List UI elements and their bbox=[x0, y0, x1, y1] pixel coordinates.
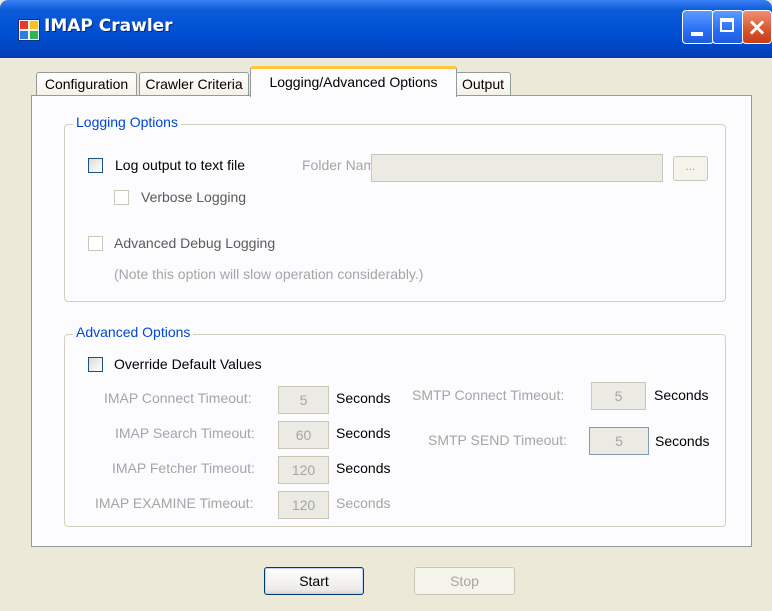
tab-output[interactable]: Output bbox=[455, 72, 511, 96]
minimize-button[interactable] bbox=[682, 10, 714, 44]
log-output-label[interactable]: Log output to text file bbox=[115, 157, 245, 173]
start-button[interactable]: Start bbox=[264, 567, 364, 595]
override-default-values-label[interactable]: Override Default Values bbox=[114, 356, 262, 372]
imap-search-timeout-input[interactable]: 60 bbox=[278, 421, 329, 449]
smtp-send-timeout-input[interactable]: 5 bbox=[589, 427, 649, 455]
advanced-debug-logging-label[interactable]: Advanced Debug Logging bbox=[114, 235, 275, 251]
browse-folder-button[interactable]: ... bbox=[673, 156, 708, 181]
imap-connect-timeout-input[interactable]: 5 bbox=[278, 386, 329, 414]
imap-crawler-window: IMAP Crawler × Configuration Crawler Cri… bbox=[0, 0, 772, 611]
folder-name-input[interactable] bbox=[371, 154, 663, 182]
smtp-send-timeout-label: SMTP SEND Timeout: bbox=[428, 432, 568, 448]
logging-options-legend: Logging Options bbox=[73, 114, 181, 130]
window-title: IMAP Crawler bbox=[44, 16, 173, 36]
smtp-send-seconds: Seconds bbox=[655, 433, 710, 449]
close-icon: × bbox=[747, 13, 768, 41]
imap-fetcher-timeout-label: IMAP Fetcher Timeout: bbox=[112, 460, 255, 476]
verbose-logging-checkbox[interactable] bbox=[114, 190, 129, 205]
imap-fetcher-timeout-input[interactable]: 120 bbox=[278, 456, 329, 484]
imap-search-timeout-label: IMAP Search Timeout: bbox=[115, 425, 255, 441]
tab-crawler-criteria[interactable]: Crawler Criteria bbox=[139, 72, 249, 96]
imap-fetcher-seconds: Seconds bbox=[336, 460, 391, 476]
verbose-logging-label[interactable]: Verbose Logging bbox=[141, 189, 246, 205]
smtp-connect-seconds: Seconds bbox=[654, 387, 709, 403]
smtp-connect-timeout-label: SMTP Connect Timeout: bbox=[412, 387, 565, 403]
override-default-values-checkbox[interactable] bbox=[88, 357, 103, 372]
tab-logging-advanced-options[interactable]: Logging/Advanced Options bbox=[250, 66, 457, 97]
imap-examine-seconds: Seconds bbox=[336, 495, 391, 511]
log-output-checkbox[interactable] bbox=[88, 158, 103, 173]
imap-search-seconds: Seconds bbox=[336, 425, 391, 441]
advanced-options-legend: Advanced Options bbox=[73, 324, 194, 340]
maximize-button[interactable] bbox=[712, 10, 744, 44]
tab-configuration[interactable]: Configuration bbox=[36, 72, 137, 96]
stop-button[interactable]: Stop bbox=[414, 567, 515, 595]
debug-note-text: (Note this option will slow operation co… bbox=[114, 266, 424, 282]
advanced-debug-logging-checkbox[interactable] bbox=[88, 236, 103, 251]
close-button[interactable]: × bbox=[742, 10, 772, 44]
app-icon bbox=[18, 19, 40, 41]
title-bar[interactable]: IMAP Crawler × bbox=[0, 0, 772, 58]
imap-examine-timeout-input[interactable]: 120 bbox=[278, 491, 329, 519]
imap-connect-timeout-label: IMAP Connect Timeout: bbox=[104, 390, 252, 406]
imap-connect-seconds: Seconds bbox=[336, 390, 391, 406]
smtp-connect-timeout-input[interactable]: 5 bbox=[591, 382, 646, 410]
imap-examine-timeout-label: IMAP EXAMINE Timeout: bbox=[95, 495, 254, 511]
